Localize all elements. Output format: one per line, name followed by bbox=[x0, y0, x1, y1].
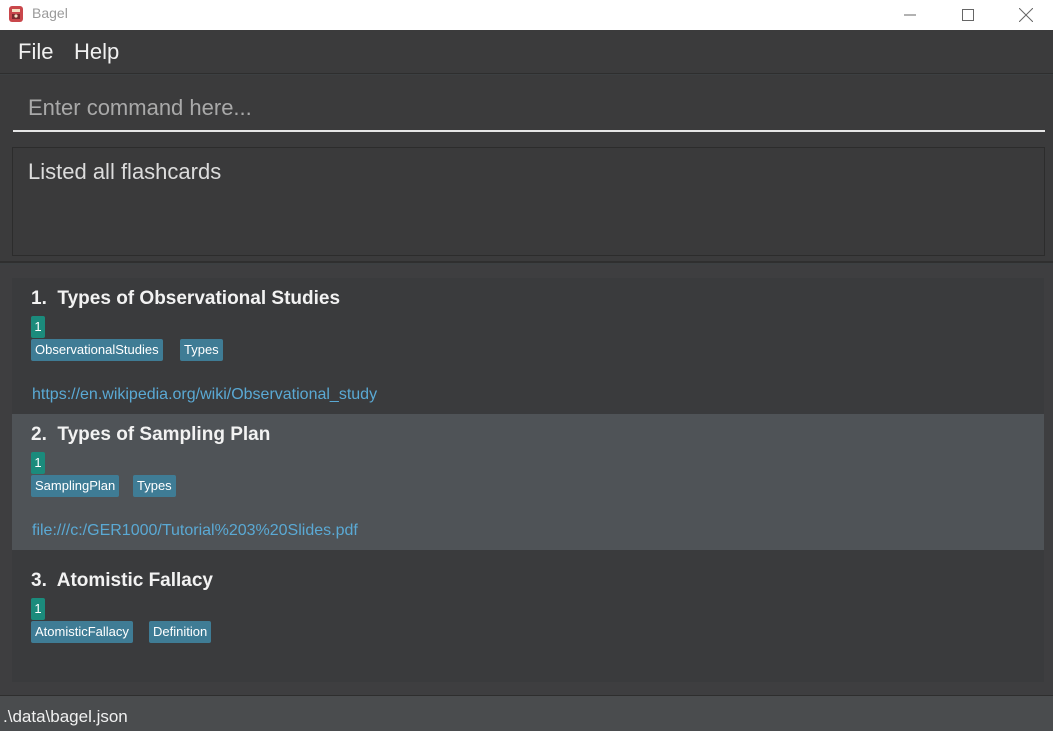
menu-help[interactable]: Help bbox=[74, 39, 119, 65]
result-text: Listed all flashcards bbox=[28, 159, 222, 184]
app-icon bbox=[6, 4, 26, 24]
result-panel: Listed all flashcards bbox=[0, 139, 1053, 263]
flashcard-index: 3. bbox=[31, 570, 47, 591]
flashcard-list-area: 1. Types of Observational Studies 1 Obse… bbox=[0, 265, 1053, 695]
flashcard-item[interactable]: 3. Atomistic Fallacy 1 AtomisticFallacy … bbox=[12, 560, 1044, 696]
command-area bbox=[0, 75, 1053, 139]
flashcard-list[interactable]: 1. Types of Observational Studies 1 Obse… bbox=[12, 278, 1044, 682]
title-bar: Bagel bbox=[0, 0, 1053, 30]
flashcard-index: 1. bbox=[31, 288, 47, 309]
window-title: Bagel bbox=[32, 5, 68, 21]
flashcard-title: Types of Sampling Plan bbox=[57, 424, 271, 445]
flashcard-title-row: 1. Types of Observational Studies bbox=[31, 288, 340, 310]
maximize-button[interactable] bbox=[939, 0, 997, 30]
flashcard-link[interactable]: https://en.wikipedia.org/wiki/Observatio… bbox=[32, 386, 377, 404]
minimize-icon bbox=[904, 14, 916, 16]
tag-badge: AtomisticFallacy bbox=[31, 621, 133, 643]
close-button[interactable] bbox=[997, 0, 1053, 30]
result-display: Listed all flashcards bbox=[12, 147, 1045, 256]
flashcard-item-selected[interactable]: 2. Types of Sampling Plan 1 SamplingPlan… bbox=[12, 414, 1044, 550]
menu-bar: File Help bbox=[0, 30, 1053, 74]
count-badge: 1 bbox=[31, 452, 45, 474]
flashcard-title-row: 3. Atomistic Fallacy bbox=[31, 570, 213, 592]
menu-file[interactable]: File bbox=[18, 39, 53, 65]
flashcard-title: Types of Observational Studies bbox=[57, 288, 341, 309]
flashcard-title-row: 2. Types of Sampling Plan bbox=[31, 424, 270, 446]
maximize-icon bbox=[962, 9, 974, 21]
command-input[interactable] bbox=[13, 85, 1045, 132]
flashcard-title: Atomistic Fallacy bbox=[56, 570, 213, 591]
data-file-path: .\data\bagel.json bbox=[3, 707, 128, 726]
tag-badge: Types bbox=[133, 475, 176, 497]
tag-badge: Definition bbox=[149, 621, 212, 643]
minimize-button[interactable] bbox=[881, 0, 939, 30]
close-icon bbox=[1019, 8, 1033, 22]
tag-badge: ObservationalStudies bbox=[31, 339, 163, 361]
tag-badge: SamplingPlan bbox=[31, 475, 120, 497]
count-badge: 1 bbox=[31, 598, 45, 620]
flashcard-index: 2. bbox=[31, 424, 47, 445]
count-badge: 1 bbox=[31, 316, 45, 338]
flashcard-link[interactable]: file:///c:/GER1000/Tutorial%203%20Slides… bbox=[32, 522, 358, 540]
flashcard-item[interactable]: 1. Types of Observational Studies 1 Obse… bbox=[12, 278, 1044, 414]
status-bar: .\data\bagel.json bbox=[0, 695, 1053, 731]
tag-badge: Types bbox=[180, 339, 223, 361]
